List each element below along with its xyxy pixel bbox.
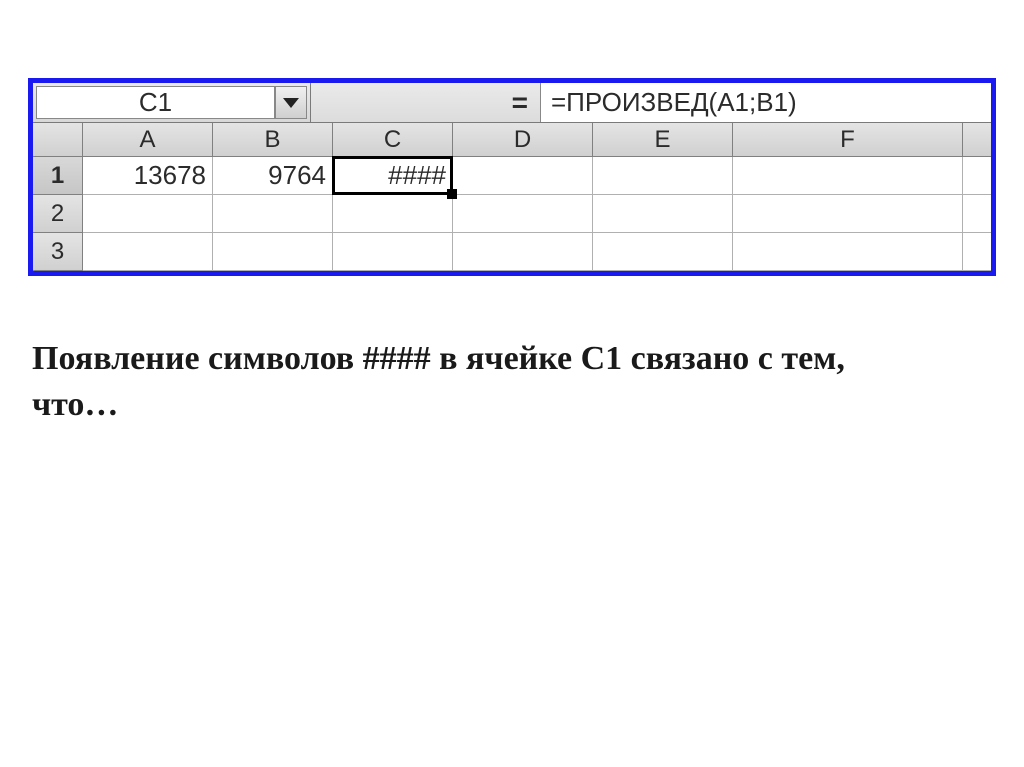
equals-button[interactable]: = — [311, 83, 541, 122]
cell-A2[interactable] — [83, 195, 213, 233]
col-header-E[interactable]: E — [593, 123, 733, 157]
cell-F1[interactable] — [733, 157, 963, 195]
cell-C2[interactable] — [333, 195, 453, 233]
cell-B1[interactable]: 9764 — [213, 157, 333, 195]
col-header-D[interactable]: D — [453, 123, 593, 157]
formula-input[interactable]: =ПРОИЗВЕД(A1;B1) — [541, 83, 991, 122]
cell-C1[interactable]: #### — [333, 157, 453, 195]
cells-area: A B C D E F 13678 9764 #### — [83, 123, 991, 271]
cell-tail-3 — [963, 233, 991, 271]
row-3 — [83, 233, 991, 271]
col-header-F[interactable]: F — [733, 123, 963, 157]
col-header-C[interactable]: C — [333, 123, 453, 157]
cell-E3[interactable] — [593, 233, 733, 271]
row-2 — [83, 195, 991, 233]
cell-B2[interactable] — [213, 195, 333, 233]
col-header-A[interactable]: A — [83, 123, 213, 157]
name-box[interactable]: C1 — [36, 86, 275, 119]
cell-A3[interactable] — [83, 233, 213, 271]
formula-bar: C1 = =ПРОИЗВЕД(A1;B1) — [33, 83, 991, 123]
cell-D1[interactable] — [453, 157, 593, 195]
select-all-corner[interactable] — [33, 123, 83, 157]
spreadsheet-panel: C1 = =ПРОИЗВЕД(A1;B1) 1 2 3 A B C D — [28, 78, 996, 276]
row-header-2[interactable]: 2 — [33, 195, 83, 233]
row-header-1[interactable]: 1 — [33, 157, 83, 195]
name-box-area: C1 — [33, 83, 311, 122]
col-header-B[interactable]: B — [213, 123, 333, 157]
row-1: 13678 9764 #### — [83, 157, 991, 195]
name-box-dropdown[interactable] — [275, 86, 307, 119]
cell-tail-2 — [963, 195, 991, 233]
cell-E2[interactable] — [593, 195, 733, 233]
cell-D2[interactable] — [453, 195, 593, 233]
cell-D3[interactable] — [453, 233, 593, 271]
spreadsheet-grid: 1 2 3 A B C D E F 13678 9764 #### — [33, 123, 991, 271]
chevron-down-icon — [283, 98, 299, 108]
row-header-3[interactable]: 3 — [33, 233, 83, 271]
column-header-row: A B C D E F — [83, 123, 991, 157]
cell-E1[interactable] — [593, 157, 733, 195]
cell-A1[interactable]: 13678 — [83, 157, 213, 195]
cell-F3[interactable] — [733, 233, 963, 271]
cell-tail-1 — [963, 157, 991, 195]
row-header-column: 1 2 3 — [33, 123, 83, 271]
cell-B3[interactable] — [213, 233, 333, 271]
cell-F2[interactable] — [733, 195, 963, 233]
col-header-tail — [963, 123, 991, 157]
question-text: Появление символов #### в ячейке С1 связ… — [28, 336, 848, 428]
cell-C3[interactable] — [333, 233, 453, 271]
